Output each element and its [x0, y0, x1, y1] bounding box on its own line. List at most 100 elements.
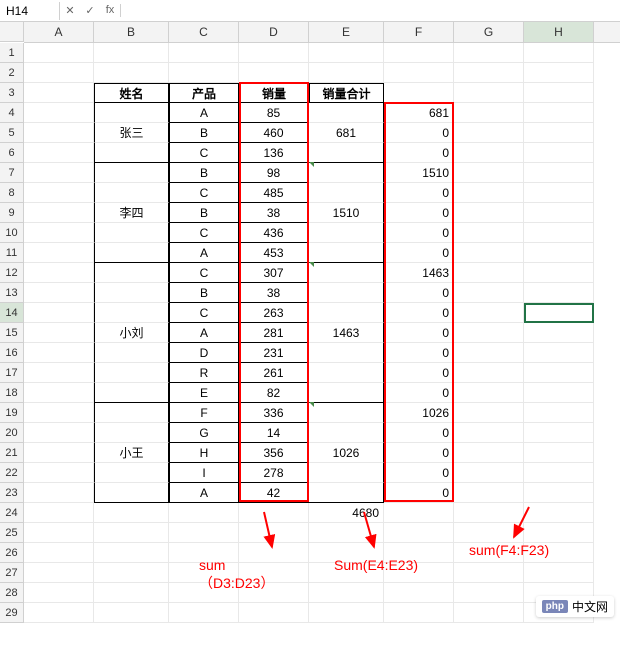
cell-F21[interactable]: 0 [384, 443, 454, 463]
cell-H24[interactable] [524, 503, 594, 523]
cell-H21[interactable] [524, 443, 594, 463]
cell-F4[interactable]: 681 [384, 103, 454, 123]
cell-B6[interactable] [94, 143, 169, 163]
cell-A15[interactable] [24, 323, 94, 343]
row-header[interactable]: 10 [0, 223, 24, 243]
cell-H8[interactable] [524, 183, 594, 203]
cell-D28[interactable] [239, 583, 309, 603]
select-all-corner[interactable] [0, 22, 24, 42]
cell-H22[interactable] [524, 463, 594, 483]
cell-F23[interactable]: 0 [384, 483, 454, 503]
cell-F19[interactable]: 1026 [384, 403, 454, 423]
cell-B23[interactable] [94, 483, 169, 503]
cell-B11[interactable] [94, 243, 169, 263]
cell-E14[interactable] [309, 303, 384, 323]
cell-H13[interactable] [524, 283, 594, 303]
cell-G19[interactable] [454, 403, 524, 423]
cell-B16[interactable] [94, 343, 169, 363]
row-header[interactable]: 5 [0, 123, 24, 143]
cell-E2[interactable] [309, 63, 384, 83]
cell-G9[interactable] [454, 203, 524, 223]
cell-C6[interactable]: C [169, 143, 239, 163]
col-header-E[interactable]: E [309, 22, 384, 42]
cell-G11[interactable] [454, 243, 524, 263]
cell-C1[interactable] [169, 43, 239, 63]
cell-B19[interactable] [94, 403, 169, 423]
cell-E4[interactable] [309, 103, 384, 123]
cell-C12[interactable]: C [169, 263, 239, 283]
cell-H16[interactable] [524, 343, 594, 363]
cell-E6[interactable] [309, 143, 384, 163]
row-header[interactable]: 12 [0, 263, 24, 283]
row-header[interactable]: 25 [0, 523, 24, 543]
cell-G23[interactable] [454, 483, 524, 503]
row-header[interactable]: 22 [0, 463, 24, 483]
cell-H6[interactable] [524, 143, 594, 163]
cell-H25[interactable] [524, 523, 594, 543]
cell-H7[interactable] [524, 163, 594, 183]
row-header[interactable]: 20 [0, 423, 24, 443]
cell-B12[interactable] [94, 263, 169, 283]
cell-H23[interactable] [524, 483, 594, 503]
cell-F12[interactable]: 1463 [384, 263, 454, 283]
cell-B25[interactable] [94, 523, 169, 543]
cell-G12[interactable] [454, 263, 524, 283]
cell-A17[interactable] [24, 363, 94, 383]
cell-A16[interactable] [24, 343, 94, 363]
cell-A24[interactable] [24, 503, 94, 523]
cell-A13[interactable] [24, 283, 94, 303]
cell-F28[interactable] [384, 583, 454, 603]
cell-E12[interactable] [309, 263, 384, 283]
cell-D25[interactable] [239, 523, 309, 543]
cell-E13[interactable] [309, 283, 384, 303]
cell-A23[interactable] [24, 483, 94, 503]
cell-E17[interactable] [309, 363, 384, 383]
row-header[interactable]: 17 [0, 363, 24, 383]
cell-F26[interactable] [384, 543, 454, 563]
cell-C10[interactable]: C [169, 223, 239, 243]
cell-D7[interactable]: 98 [239, 163, 309, 183]
cell-G16[interactable] [454, 343, 524, 363]
cell-H3[interactable] [524, 83, 594, 103]
cell-G20[interactable] [454, 423, 524, 443]
cell-A26[interactable] [24, 543, 94, 563]
row-header[interactable]: 7 [0, 163, 24, 183]
col-header-C[interactable]: C [169, 22, 239, 42]
cell-G5[interactable] [454, 123, 524, 143]
cell-G13[interactable] [454, 283, 524, 303]
cell-E24[interactable]: 4680 [309, 503, 384, 523]
cell-H17[interactable] [524, 363, 594, 383]
cell-B15[interactable]: 小刘 [94, 323, 169, 343]
cell-G2[interactable] [454, 63, 524, 83]
cell-G1[interactable] [454, 43, 524, 63]
cell-C27[interactable] [169, 563, 239, 583]
cell-A27[interactable] [24, 563, 94, 583]
cell-C3[interactable]: 产品 [169, 83, 239, 103]
cell-C13[interactable]: B [169, 283, 239, 303]
row-header[interactable]: 14 [0, 303, 24, 323]
cell-D16[interactable]: 231 [239, 343, 309, 363]
cell-D13[interactable]: 38 [239, 283, 309, 303]
cell-C22[interactable]: I [169, 463, 239, 483]
cell-B9[interactable]: 李四 [94, 203, 169, 223]
col-header-D[interactable]: D [239, 22, 309, 42]
row-header[interactable]: 21 [0, 443, 24, 463]
cell-F22[interactable]: 0 [384, 463, 454, 483]
cell-H10[interactable] [524, 223, 594, 243]
cell-A2[interactable] [24, 63, 94, 83]
cell-G25[interactable] [454, 523, 524, 543]
cell-G10[interactable] [454, 223, 524, 243]
cell-G18[interactable] [454, 383, 524, 403]
cell-G29[interactable] [454, 603, 524, 623]
cell-C16[interactable]: D [169, 343, 239, 363]
fx-icon[interactable]: fx [100, 4, 120, 17]
cell-F9[interactable]: 0 [384, 203, 454, 223]
cell-F7[interactable]: 1510 [384, 163, 454, 183]
cell-G6[interactable] [454, 143, 524, 163]
cell-H4[interactable] [524, 103, 594, 123]
cell-C4[interactable]: A [169, 103, 239, 123]
cell-B13[interactable] [94, 283, 169, 303]
confirm-icon[interactable]: ✓ [80, 4, 100, 17]
cell-B7[interactable] [94, 163, 169, 183]
cell-G26[interactable] [454, 543, 524, 563]
